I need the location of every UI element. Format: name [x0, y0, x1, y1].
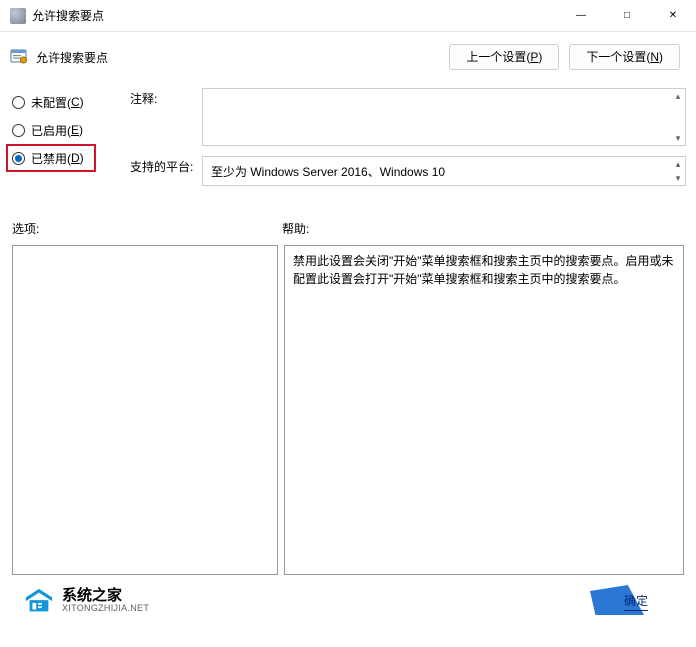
radio-icon	[12, 96, 25, 109]
options-label: 选项:	[12, 220, 282, 237]
titlebar: 允许搜索要点 — □ ✕	[0, 0, 696, 32]
ok-label: 确定	[624, 592, 648, 611]
help-label: 帮助:	[282, 220, 309, 237]
radio-not-configured[interactable]: 未配置(C)	[12, 88, 130, 116]
brand: 系统之家 XITONGZHIJIA.NET	[24, 587, 596, 615]
brand-subtitle: XITONGZHIJIA.NET	[62, 604, 149, 614]
supported-platform-box: 至少为 Windows Server 2016、Windows 10 ▴ ▾	[202, 156, 686, 186]
close-button[interactable]: ✕	[650, 0, 696, 31]
comment-textarea[interactable]: ▴ ▾	[202, 88, 686, 146]
ok-button[interactable]: 确定	[596, 587, 676, 615]
radio-icon	[12, 152, 25, 165]
radio-disabled[interactable]: 已禁用(D)	[6, 144, 96, 172]
scroll-up-icon[interactable]: ▴	[671, 157, 685, 171]
radio-icon	[12, 124, 25, 137]
options-panel	[12, 245, 278, 575]
app-icon	[10, 8, 26, 24]
brand-icon	[24, 587, 54, 615]
prev-setting-button[interactable]: 上一个设置(P)	[449, 44, 559, 70]
policy-title: 允许搜索要点	[36, 49, 449, 66]
window-controls: — □ ✕	[558, 0, 696, 31]
radio-enabled[interactable]: 已启用(E)	[12, 116, 130, 144]
help-panel: 禁用此设置会关闭"开始"菜单搜索框和搜索主页中的搜索要点。启用或未配置此设置会打…	[284, 245, 684, 575]
policy-icon	[10, 48, 28, 66]
comment-label: 注释:	[130, 88, 202, 146]
scroll-down-icon[interactable]: ▾	[671, 131, 685, 145]
supported-label: 支持的平台:	[130, 156, 202, 186]
minimize-button[interactable]: —	[558, 0, 604, 31]
supported-text: 至少为 Windows Server 2016、Windows 10	[211, 165, 445, 179]
window-title: 允许搜索要点	[32, 7, 558, 24]
scroll-up-icon[interactable]: ▴	[671, 89, 685, 103]
maximize-button[interactable]: □	[604, 0, 650, 31]
next-setting-button[interactable]: 下一个设置(N)	[569, 44, 680, 70]
help-text: 禁用此设置会关闭"开始"菜单搜索框和搜索主页中的搜索要点。启用或未配置此设置会打…	[293, 252, 675, 288]
brand-name: 系统之家	[62, 588, 149, 605]
scroll-down-icon[interactable]: ▾	[671, 171, 685, 185]
